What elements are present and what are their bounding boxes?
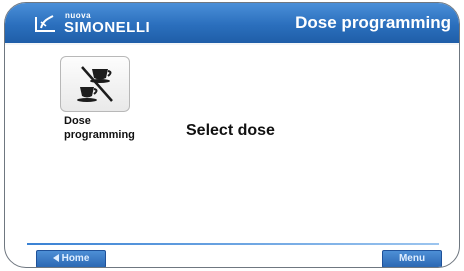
select-dose-prompt: Select dose: [186, 122, 275, 139]
brand-logo: nuova SIMONELLI: [33, 11, 183, 37]
home-button[interactable]: Home: [36, 250, 106, 267]
brand-name: SIMONELLI: [64, 19, 151, 36]
footer-divider: [27, 243, 439, 245]
menu-button-label: Menu: [398, 253, 426, 264]
home-button-label: Home: [61, 253, 90, 264]
machine-display: nuova SIMONELLI Dose programming Dose pr…: [4, 2, 460, 268]
simonelli-logo-icon: [35, 15, 55, 32]
menu-button[interactable]: Menu: [382, 250, 442, 267]
header-bar: nuova SIMONELLI Dose programming: [5, 3, 459, 45]
dose-programming-tile[interactable]: [60, 56, 130, 112]
cup-crossed-icon: [77, 66, 113, 102]
dose-programming-label: Dose programming: [64, 115, 135, 141]
page-title: Dose programming: [295, 13, 451, 32]
back-arrow-icon: [52, 254, 59, 263]
